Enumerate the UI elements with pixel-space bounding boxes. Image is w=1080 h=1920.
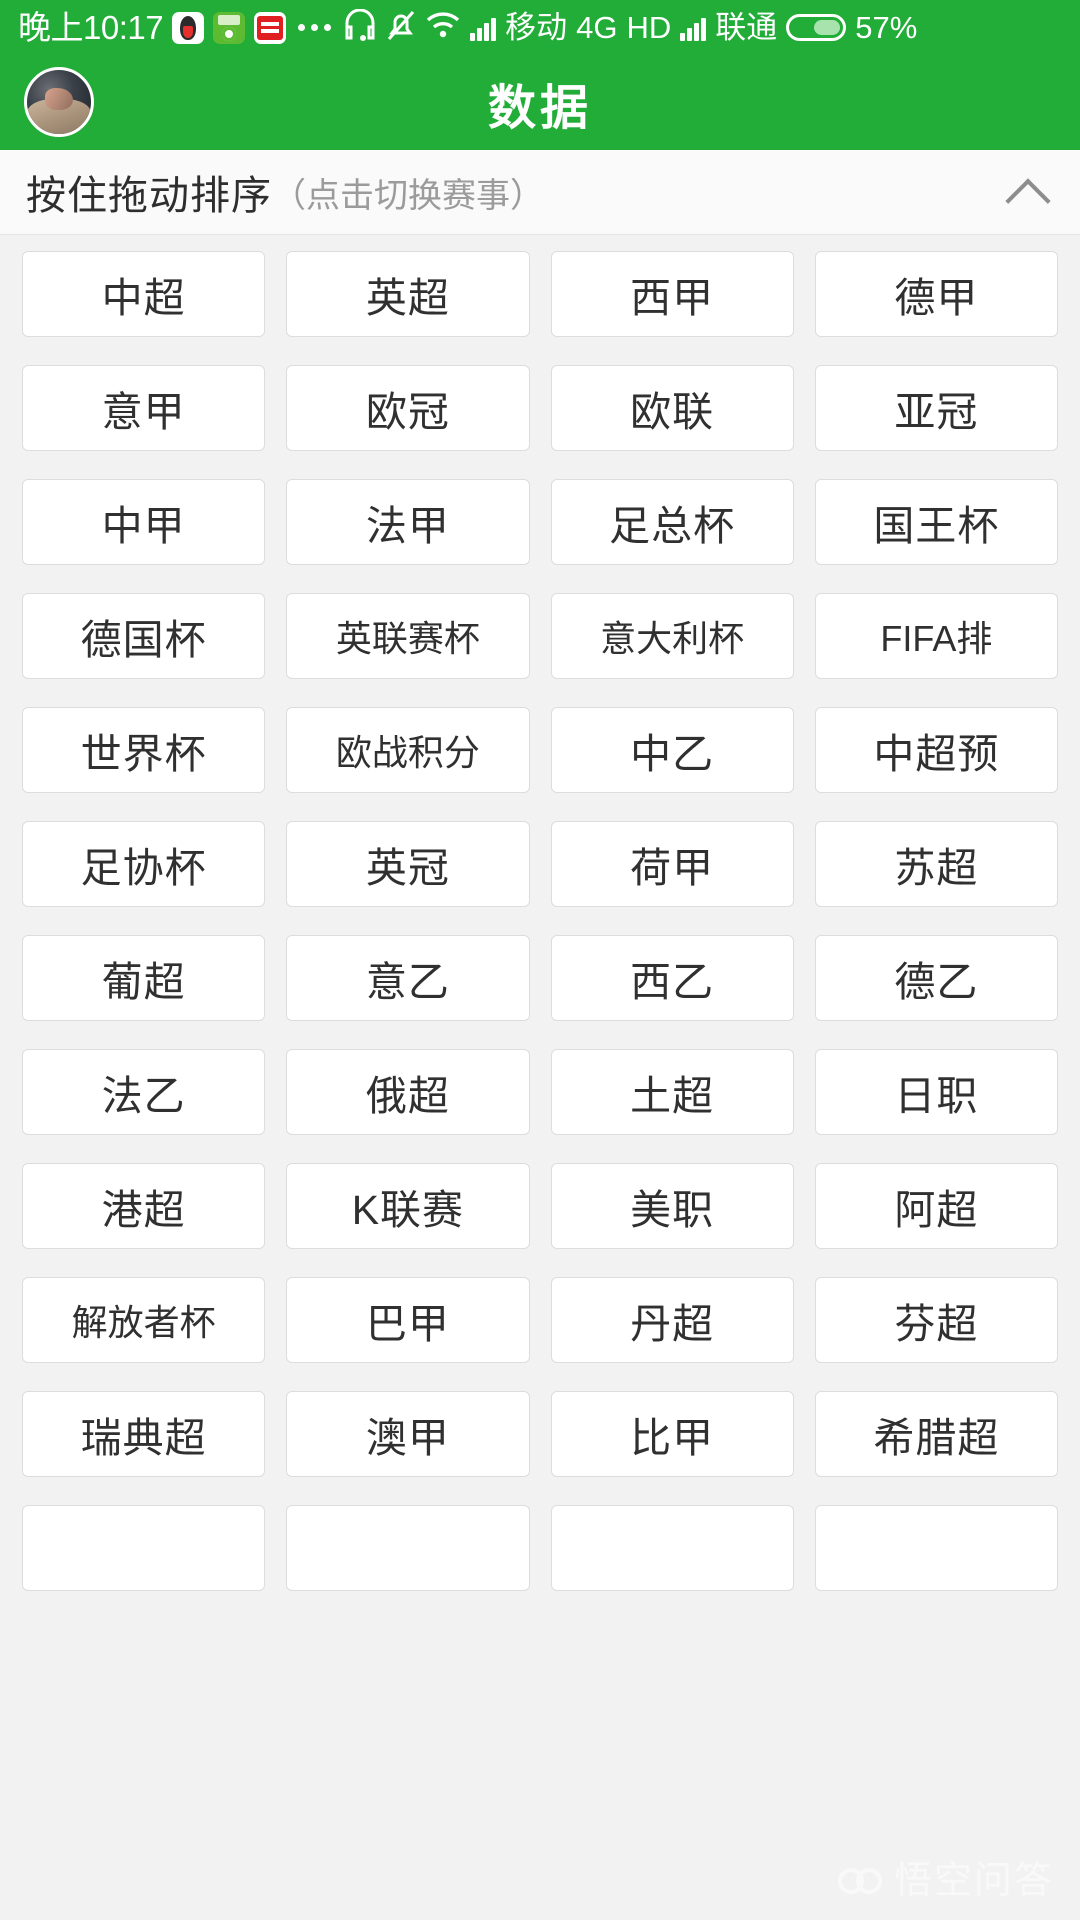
league-chip[interactable]: 德国杯	[22, 593, 266, 679]
league-chip[interactable]: 意大利杯	[550, 593, 794, 679]
league-chip[interactable]: FIFA排	[814, 593, 1058, 679]
league-chip[interactable]: 瑞典超	[22, 1391, 266, 1477]
avatar[interactable]	[24, 67, 94, 137]
league-chip[interactable]: 日职	[814, 1049, 1058, 1135]
league-chip[interactable]: 欧联	[550, 365, 794, 451]
league-chip[interactable]: 欧战积分	[286, 707, 530, 793]
league-chip[interactable]	[286, 1505, 530, 1591]
carrier-name-unicom: 联通	[715, 10, 778, 45]
battery-percent-label: 57%	[855, 10, 918, 45]
league-grid-container: 中超 英超 西甲 德甲意甲 欧冠 欧联 亚冠中甲 法甲 足总杯 国王杯德国杯 英联赛杯 意大利杯 FIF…	[0, 235, 1080, 1920]
league-chip[interactable]: 足总杯	[550, 479, 794, 565]
headset-icon	[343, 8, 377, 46]
more-dots-icon	[298, 24, 332, 31]
league-chip[interactable]: 芬超	[814, 1277, 1058, 1363]
page-title: 数据	[487, 81, 592, 135]
league-chip[interactable]	[814, 1505, 1058, 1591]
league-chip[interactable]: 比甲	[550, 1391, 794, 1477]
sort-hint-label: 按住拖动排序	[26, 174, 272, 218]
league-chip[interactable]: 意甲	[22, 365, 266, 451]
wukong-logo-icon	[837, 1864, 882, 1894]
status-bar: 晚上10:17 移动 4G HD 联通 57%	[0, 0, 1080, 55]
signal-bars-icon-2	[680, 15, 707, 41]
league-chip[interactable]: 苏超	[814, 821, 1058, 907]
league-chip[interactable]: 法乙	[22, 1049, 266, 1135]
league-chip[interactable]: 西乙	[550, 935, 794, 1021]
status-bar-clock: 晚上10:17	[18, 9, 164, 46]
league-chip[interactable]: 俄超	[286, 1049, 530, 1135]
signal-bars-icon	[470, 15, 497, 41]
league-chip[interactable]: 阿超	[814, 1163, 1058, 1249]
watermark-label: 悟空问答	[893, 1860, 1054, 1902]
league-chip[interactable]: 希腊超	[814, 1391, 1058, 1477]
sort-section-header[interactable]: 按住拖动排序 （点击切换赛事）	[0, 150, 1080, 235]
league-chip[interactable]: K联赛	[286, 1163, 530, 1249]
network-type: 4G	[576, 10, 618, 45]
league-chip[interactable]: 巴甲	[286, 1277, 530, 1363]
league-chip[interactable]: 国王杯	[814, 479, 1058, 565]
league-chip[interactable]: 美职	[550, 1163, 794, 1249]
league-chip[interactable]: 中超预	[814, 707, 1058, 793]
league-chip[interactable]: 意乙	[286, 935, 530, 1021]
league-chip[interactable]: 丹超	[550, 1277, 794, 1363]
league-chip[interactable]: 亚冠	[814, 365, 1058, 451]
toutiao-icon	[254, 11, 287, 44]
qq-icon	[172, 11, 205, 44]
league-grid: 中超 英超 西甲 德甲意甲 欧冠 欧联 亚冠中甲 法甲 足总杯 国王杯德国杯 英联赛杯 意大利杯 FIF…	[22, 251, 1058, 1591]
league-chip[interactable]: 中超	[22, 251, 266, 337]
league-chip[interactable]: 西甲	[550, 251, 794, 337]
league-chip[interactable]: 英超	[286, 251, 530, 337]
league-chip[interactable]: 足协杯	[22, 821, 266, 907]
carrier-name-mobile: 移动	[505, 10, 568, 45]
wallet-icon	[213, 11, 246, 44]
watermark: 悟空问答	[837, 1849, 1054, 1904]
league-chip[interactable]: 澳甲	[286, 1391, 530, 1477]
league-chip[interactable]: 德甲	[814, 251, 1058, 337]
league-chip[interactable]: 中乙	[550, 707, 794, 793]
league-chip[interactable]: 世界杯	[22, 707, 266, 793]
league-chip[interactable]: 法甲	[286, 479, 530, 565]
league-chip[interactable]: 土超	[550, 1049, 794, 1135]
hd-indicator: HD	[626, 10, 672, 45]
league-chip[interactable]: 荷甲	[550, 821, 794, 907]
app-bar: 数据	[0, 55, 1080, 150]
wifi-icon	[425, 11, 461, 44]
sort-hint-sub-label: （点击切换赛事）	[272, 176, 544, 215]
league-chip[interactable]: 葡超	[22, 935, 266, 1021]
bell-muted-icon	[386, 9, 416, 47]
league-chip[interactable]: 英冠	[286, 821, 530, 907]
league-chip[interactable]: 德乙	[814, 935, 1058, 1021]
league-chip[interactable]	[550, 1505, 794, 1591]
chevron-up-icon[interactable]	[1004, 169, 1050, 215]
battery-icon	[786, 14, 847, 41]
league-chip[interactable]: 英联赛杯	[286, 593, 530, 679]
league-chip[interactable]: 中甲	[22, 479, 266, 565]
league-chip[interactable]	[22, 1505, 266, 1591]
league-chip[interactable]: 港超	[22, 1163, 266, 1249]
league-chip[interactable]: 解放者杯	[22, 1277, 266, 1363]
league-chip[interactable]: 欧冠	[286, 365, 530, 451]
